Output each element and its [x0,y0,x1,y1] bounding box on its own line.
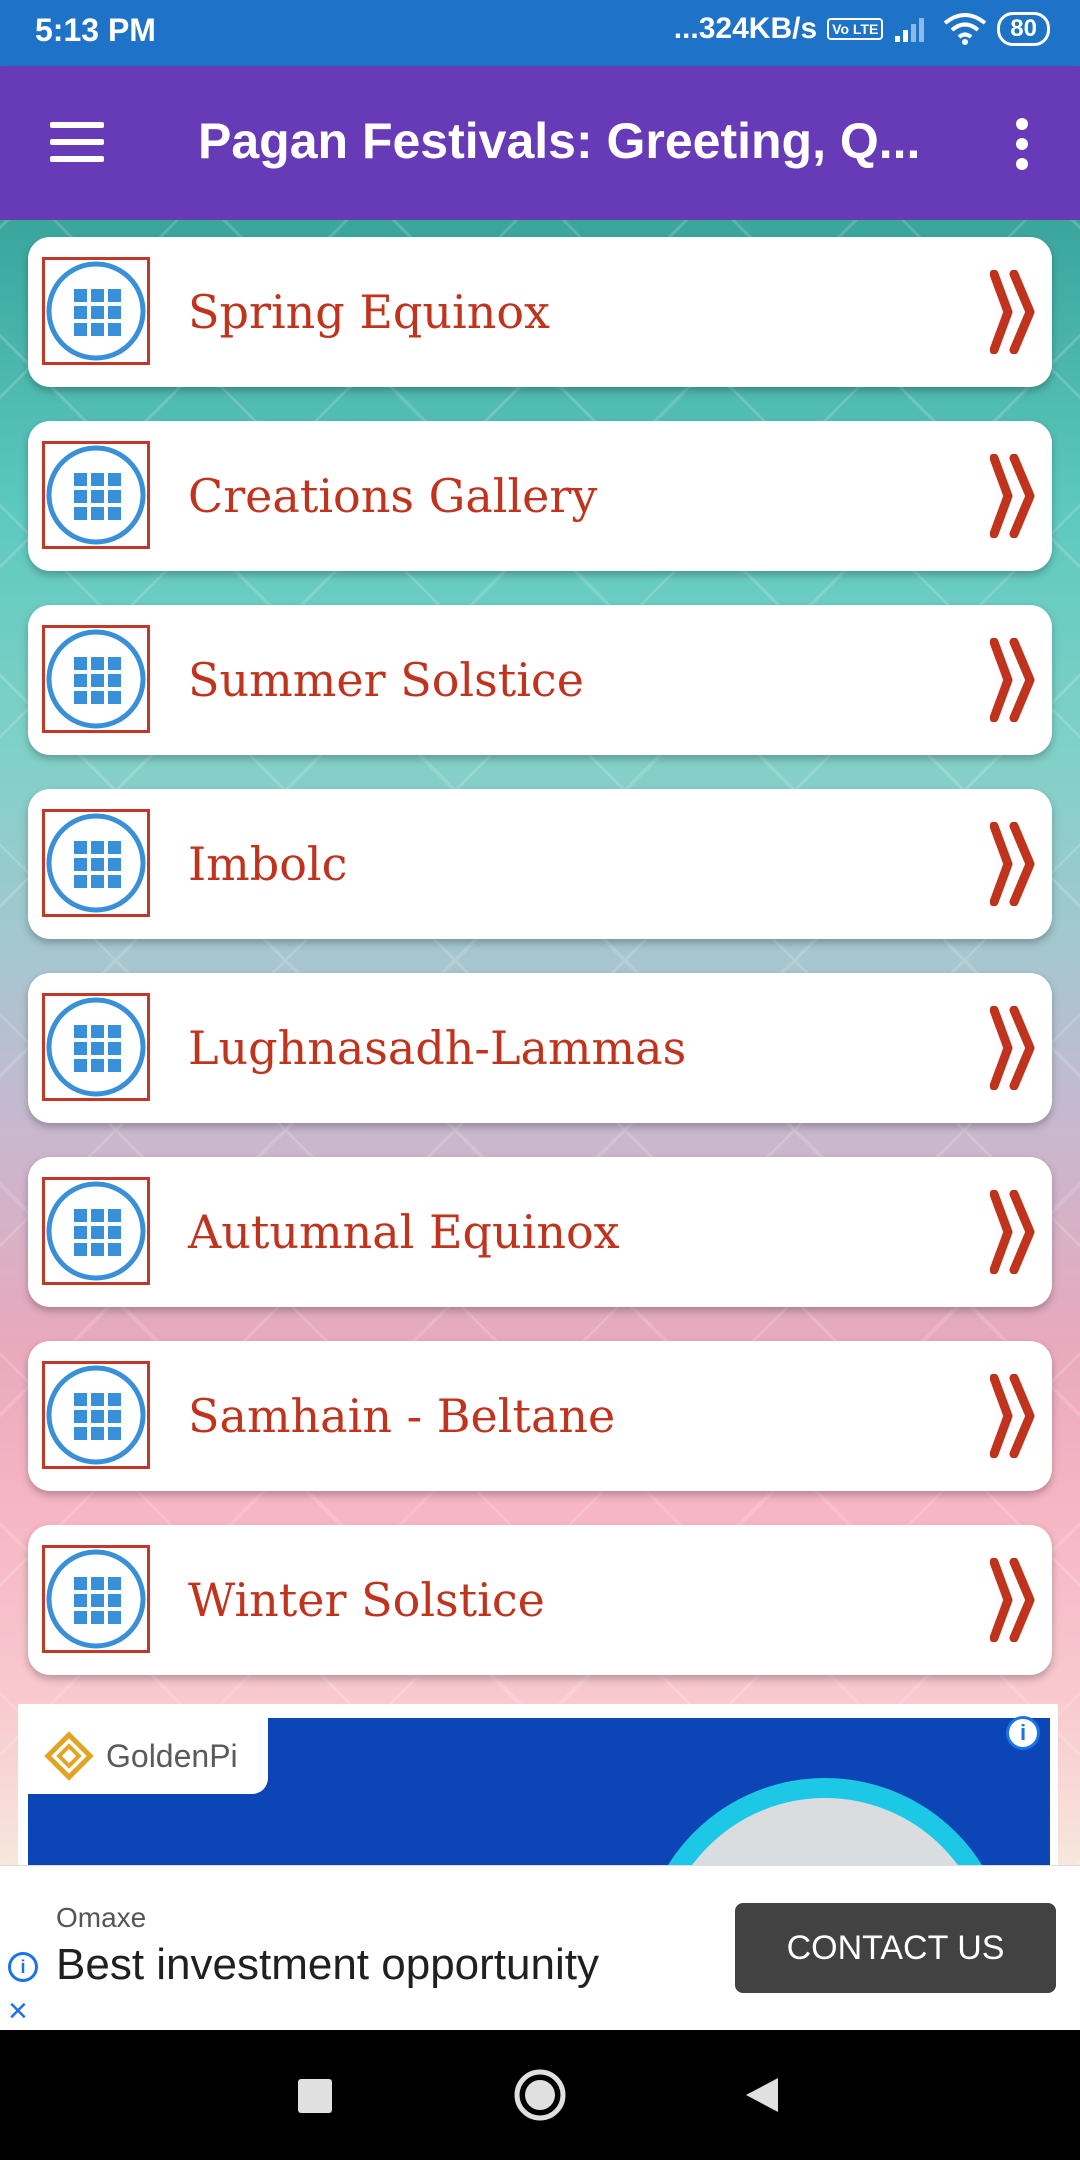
ad-headline[interactable]: Best investment opportunity [56,1940,599,1990]
grid-icon [42,1545,150,1653]
hamburger-menu-icon[interactable] [50,122,104,162]
goldenpi-logo: GoldenPi [28,1718,268,1794]
list-item-label: Lughnasadh-Lammas [188,1021,687,1075]
list-item[interactable]: Autumnal Equinox [28,1157,1052,1307]
list-item-label: Creations Gallery [188,469,598,523]
list-item-label: Winter Solstice [188,1573,545,1627]
list-item[interactable]: Creations Gallery [28,421,1052,571]
ad-circle-graphic [640,1778,1010,1865]
goldenpi-diamond-icon [44,1731,94,1781]
ad-advertiser: Omaxe [56,1902,147,1933]
volte-badge: Vo LTE [827,18,884,40]
goldenpi-brand: GoldenPi [106,1737,238,1774]
grid-icon [42,625,150,733]
grid-icon [42,441,150,549]
battery-icon: 80 [997,12,1050,46]
grid-icon [42,993,150,1101]
list-item[interactable]: Lughnasadh-Lammas [28,973,1052,1123]
banner-ad[interactable]: GoldenPi i [18,1704,1058,1865]
list-item[interactable]: Imbolc [28,789,1052,939]
list-item[interactable]: Summer Solstice [28,605,1052,755]
grid-icon [42,257,150,365]
back-triangle-icon[interactable] [742,2065,782,2125]
list-item-label: Spring Equinox [188,285,550,339]
overflow-menu-icon[interactable] [1016,118,1028,178]
double-chevron-right-icon [989,1373,1038,1459]
status-time: 5:13 PM [35,12,156,48]
list-item-label: Autumnal Equinox [188,1205,620,1259]
double-chevron-right-icon [989,637,1038,723]
navigation-bar [0,2030,1080,2160]
app-bar: Pagan Festivals: Greeting, Q... [0,66,1080,220]
app-title: Pagan Festivals: Greeting, Q... [198,113,921,169]
network-speed: ...324KB/s [673,12,818,45]
recents-square-icon[interactable] [296,2065,336,2125]
home-circle-icon[interactable] [512,2065,568,2125]
double-chevron-right-icon [989,269,1038,355]
status-bar: 5:13 PM ...324KB/s Vo LTE 80 [0,0,1080,66]
status-icons: ...324KB/s Vo LTE 80 [674,12,1050,46]
grid-icon [42,1177,150,1285]
list-item-label: Samhain - Beltane [188,1389,616,1443]
wifi-icon [944,13,987,45]
double-chevron-right-icon [989,453,1038,539]
list-item[interactable]: Spring Equinox [28,237,1052,387]
grid-icon [42,1361,150,1469]
signal-icon [895,18,925,42]
double-chevron-right-icon [989,1189,1038,1275]
double-chevron-right-icon [989,1005,1038,1091]
list-item[interactable]: Samhain - Beltane [28,1341,1052,1491]
adchoices-icon[interactable]: i [1006,1716,1040,1750]
double-chevron-right-icon [989,821,1038,907]
contact-us-button[interactable]: CONTACT US [735,1903,1056,1993]
bottom-ad-bar[interactable]: Omaxe Best investment opportunity i × CO… [0,1865,1080,2031]
grid-icon [42,809,150,917]
main-content[interactable]: Spring Equinox Creations Gallery Summer … [0,220,1080,1865]
list-item-label: Summer Solstice [188,653,584,707]
double-chevron-right-icon [989,1557,1038,1643]
ad-close-icon[interactable]: × [8,1994,28,2028]
list-item[interactable]: Winter Solstice [28,1525,1052,1675]
ad-info-icon[interactable]: i [8,1952,38,1982]
list-item-label: Imbolc [188,837,348,891]
